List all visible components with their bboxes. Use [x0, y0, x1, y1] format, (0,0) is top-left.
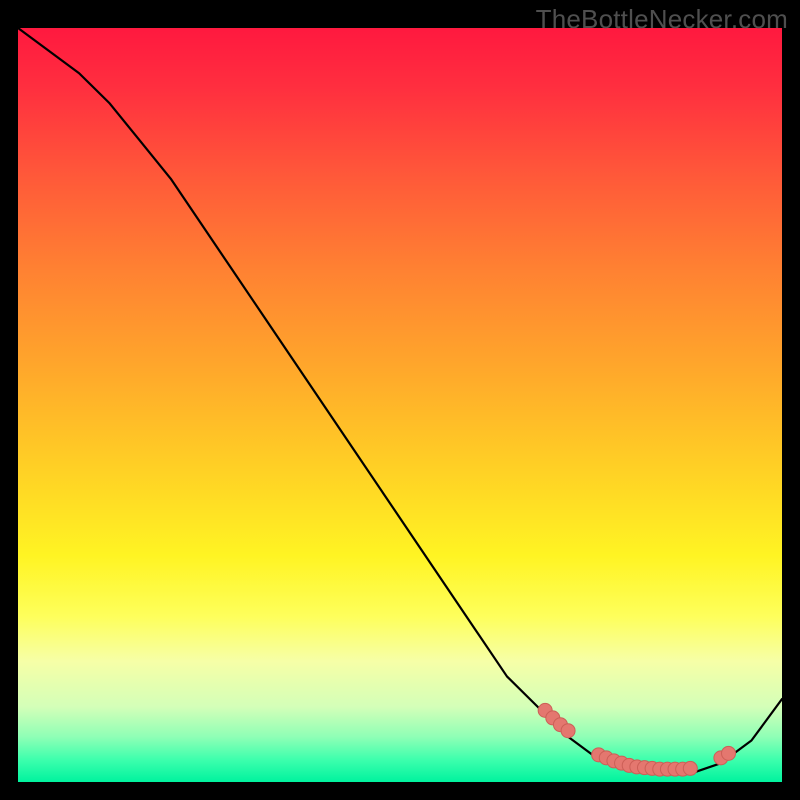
data-dot [722, 746, 736, 760]
chart-plot-area [18, 28, 782, 782]
data-dots [538, 703, 735, 776]
data-dot [683, 761, 697, 775]
chart-svg [18, 28, 782, 782]
watermark-text: TheBottleNecker.com [536, 4, 788, 35]
data-dot [561, 724, 575, 738]
curve-line [18, 28, 782, 774]
